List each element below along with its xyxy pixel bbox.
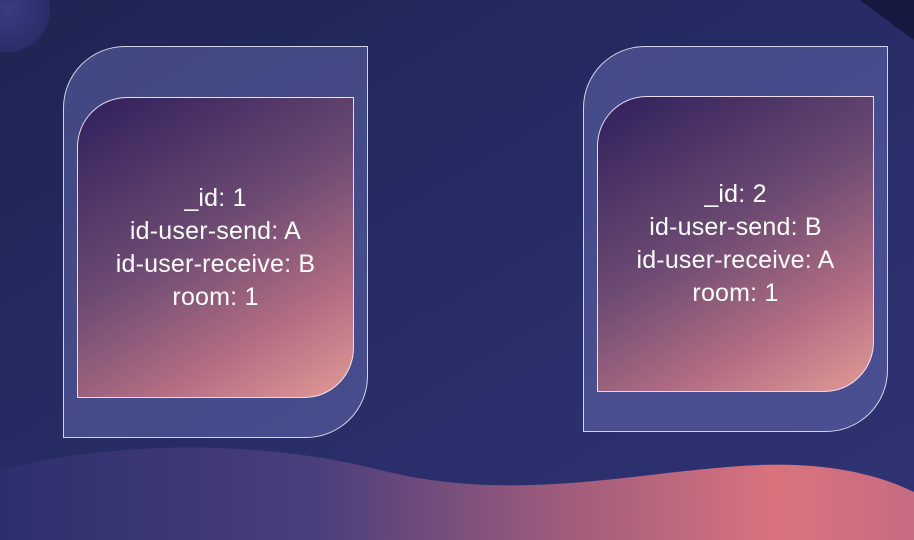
record-1-id: _id: 1 — [184, 183, 247, 212]
record-1-user-receive: id-user-receive: B — [115, 249, 316, 278]
record-2-id: _id: 2 — [704, 180, 767, 208]
record-2-user-receive: id-user-receive: A — [636, 246, 835, 274]
record-2-user-send: id-user-send: B — [649, 213, 822, 241]
record-2-room: room: 1 — [692, 279, 779, 307]
record-1-fields: _id: 1 id-user-send: A id-user-receive: … — [116, 182, 316, 314]
record-2-fields: _id: 2 id-user-send: B id-user-receive: … — [636, 178, 834, 310]
record-1-user-send: id-user-send: A — [129, 216, 302, 245]
record-card-1-body: _id: 1 id-user-send: A id-user-receive: … — [77, 97, 354, 398]
record-1-room: room: 1 — [172, 282, 259, 311]
record-card-2-body: _id: 2 id-user-send: B id-user-receive: … — [597, 96, 874, 392]
